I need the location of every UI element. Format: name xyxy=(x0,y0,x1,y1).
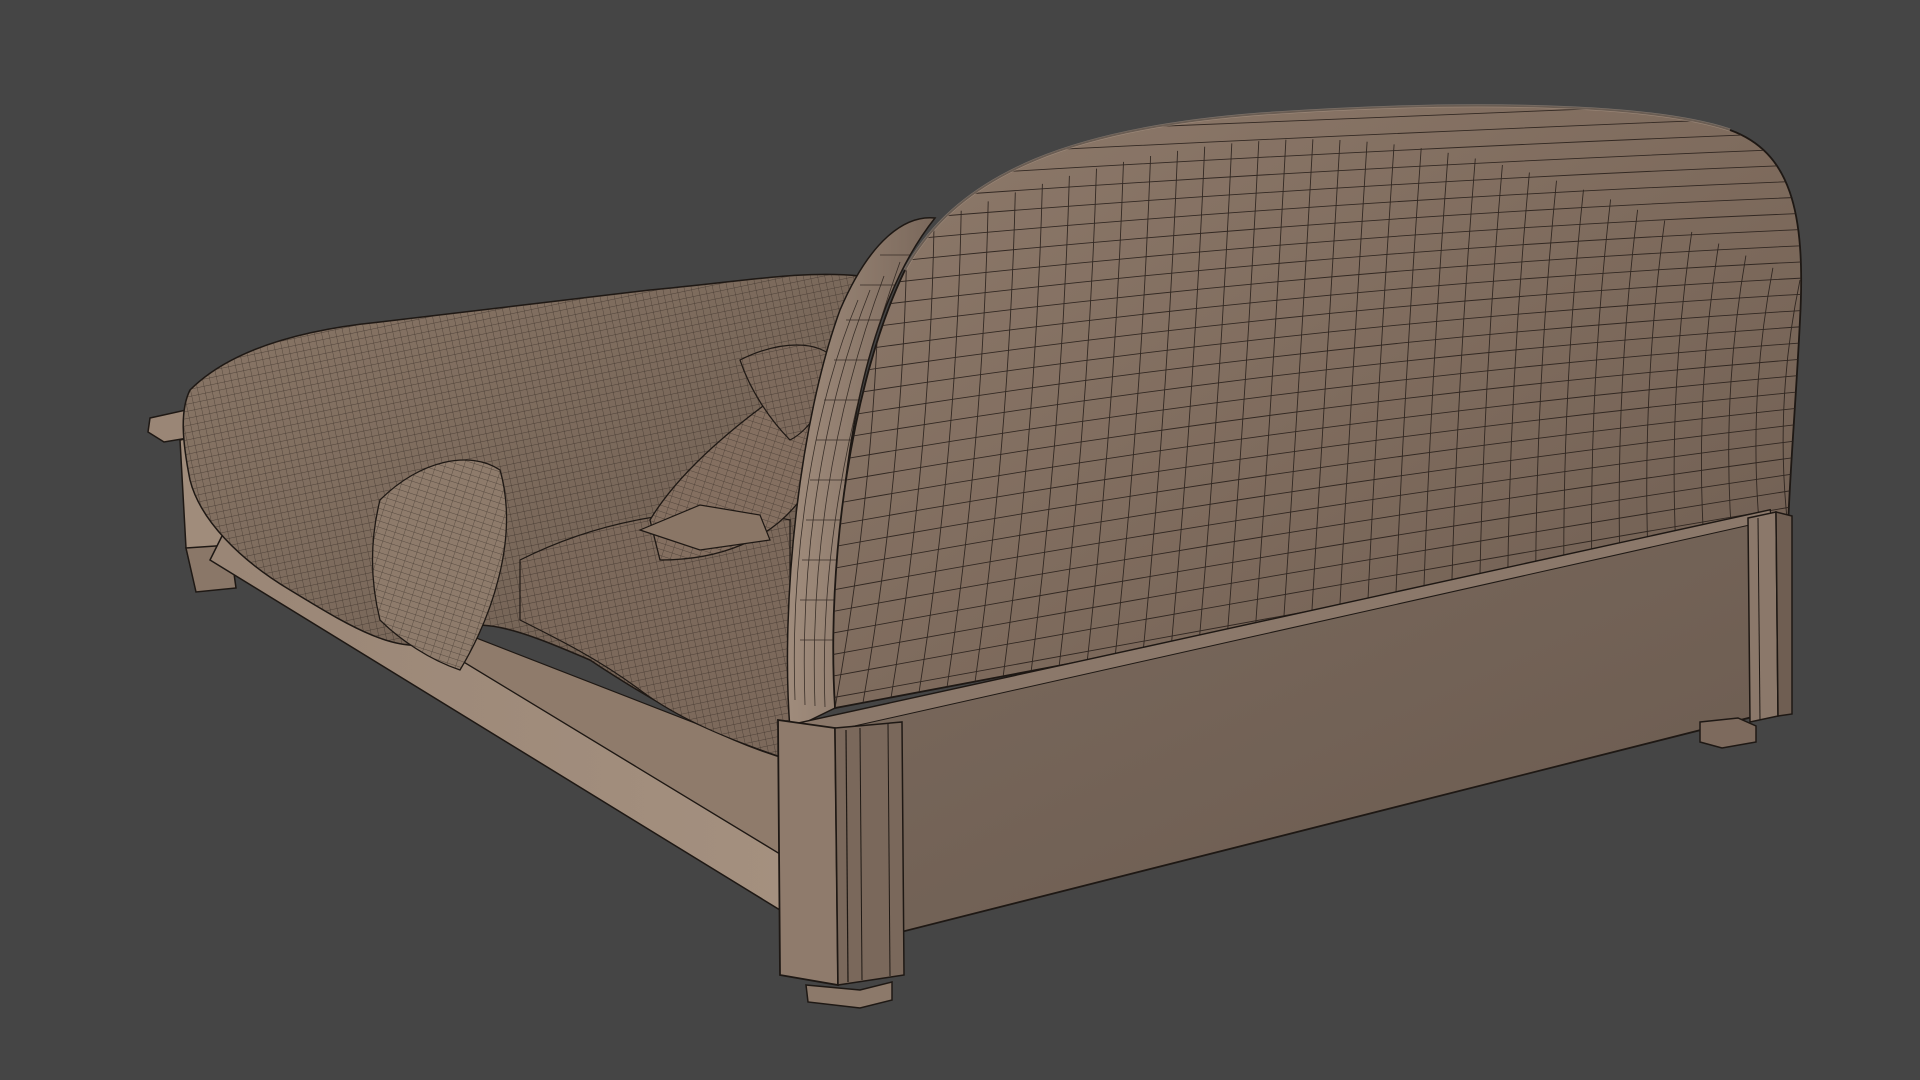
bed-model-render xyxy=(147,104,1803,1009)
corner-post-left xyxy=(777,718,905,1009)
3d-viewport[interactable] xyxy=(0,0,1920,1080)
